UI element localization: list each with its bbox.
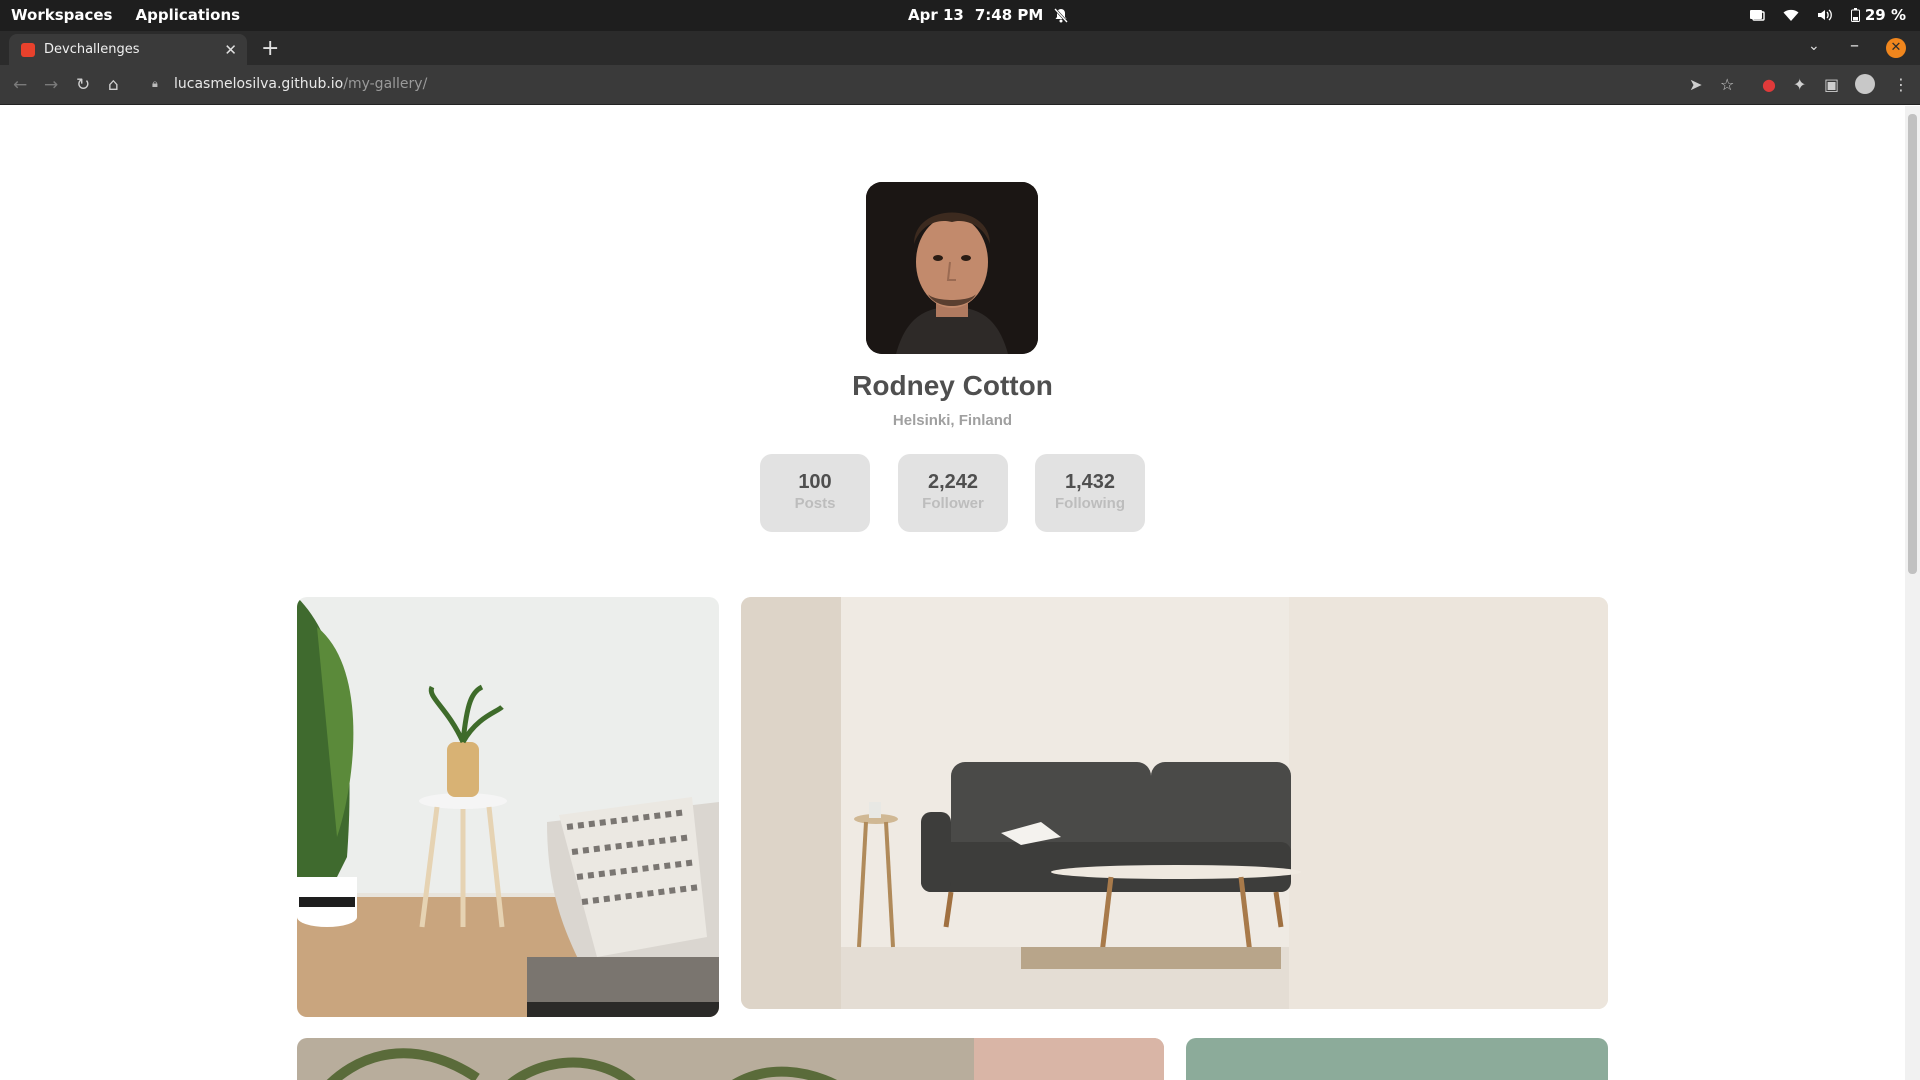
new-tab-icon[interactable]: + (261, 36, 279, 61)
os-top-bar: Workspaces Applications Apr 13 7:48 PM 2… (0, 0, 1920, 31)
date-label: Apr 13 (908, 6, 964, 24)
url-host: lucasmelosilva.github.io (174, 76, 344, 92)
stat-posts: 100 Posts (760, 454, 870, 532)
tab-title: Devchallenges (44, 42, 140, 57)
extensions-puzzle-icon[interactable]: ✦ (1793, 75, 1806, 94)
window-close-icon[interactable]: ✕ (1886, 38, 1906, 58)
scrollbar-thumb[interactable] (1908, 114, 1917, 574)
profile-location: Helsinki, Finland (892, 412, 1013, 429)
battery-icon (1850, 8, 1860, 22)
profile-avatar-icon[interactable] (1855, 74, 1875, 94)
browser-tab-strip: Devchallenges ✕ + ⌄ – ✕ (0, 31, 1920, 65)
menu-kebab-icon[interactable]: ⋮ (1893, 75, 1909, 94)
tab-search-chevron-down-icon[interactable]: ⌄ (1808, 38, 1820, 54)
stat-following: 1,432 Following (1035, 454, 1145, 532)
url-text: lucasmelosilva.github.io/my-gallery/ (174, 76, 427, 92)
bookmark-star-icon[interactable]: ☆ (1720, 75, 1734, 94)
tab-devchallenges[interactable]: Devchallenges ✕ (9, 34, 247, 65)
screen-share-icon[interactable] (1749, 8, 1765, 22)
profile-name: Rodney Cotton (852, 370, 1053, 401)
profile-avatar (866, 182, 1038, 354)
stat-value: 100 (798, 471, 832, 493)
notifications-muted-icon (1054, 7, 1069, 23)
tab-close-icon[interactable]: ✕ (224, 41, 237, 59)
stat-value: 1,432 (1064, 471, 1116, 493)
stat-label: Posts (794, 495, 836, 512)
workspaces-menu[interactable]: Workspaces (11, 6, 112, 24)
stat-value: 2,242 (927, 471, 979, 493)
battery-indicator[interactable]: 29 % (1850, 6, 1906, 24)
lock-icon: 🔒︎ (152, 77, 158, 90)
page-scrollbar[interactable] (1905, 106, 1920, 1080)
stat-label: Following (1055, 495, 1125, 512)
address-bar[interactable]: 🔒︎ lucasmelosilva.github.io/my-gallery/ (140, 71, 1730, 99)
volume-icon[interactable] (1817, 8, 1833, 22)
gallery-photo-4[interactable] (1186, 1038, 1608, 1080)
send-tab-icon[interactable]: ➤ (1689, 75, 1702, 94)
window-minimize-icon[interactable]: – (1850, 35, 1859, 56)
gallery-photo-2[interactable] (741, 597, 1608, 1009)
page-viewport: Rodney Cotton Helsinki, Finland 100 Post… (0, 106, 1905, 1080)
wifi-icon[interactable] (1783, 9, 1799, 22)
gallery-photo-3[interactable] (297, 1038, 1164, 1080)
side-panel-icon[interactable]: ▣ (1824, 75, 1839, 94)
back-arrow-icon[interactable]: ← (13, 75, 27, 95)
clock[interactable]: Apr 13 7:48 PM (908, 6, 1069, 24)
applications-menu[interactable]: Applications (135, 6, 240, 24)
devchallenges-favicon-icon (21, 43, 35, 57)
forward-arrow-icon[interactable]: → (44, 75, 58, 95)
stat-follower: 2,242 Follower (898, 454, 1008, 532)
stat-label: Follower (922, 495, 984, 512)
browser-toolbar: ← → ↻ ⌂ 🔒︎ lucasmelosilva.github.io/my-g… (0, 65, 1920, 105)
battery-percent: 29 % (1864, 6, 1906, 24)
url-path: /my-gallery/ (343, 76, 428, 92)
reload-icon[interactable]: ↻ (76, 75, 90, 95)
time-label: 7:48 PM (974, 6, 1044, 24)
extension-shield-icon[interactable]: ● (1762, 75, 1776, 94)
home-icon[interactable]: ⌂ (108, 75, 119, 95)
gallery-photo-1[interactable] (297, 597, 719, 1017)
